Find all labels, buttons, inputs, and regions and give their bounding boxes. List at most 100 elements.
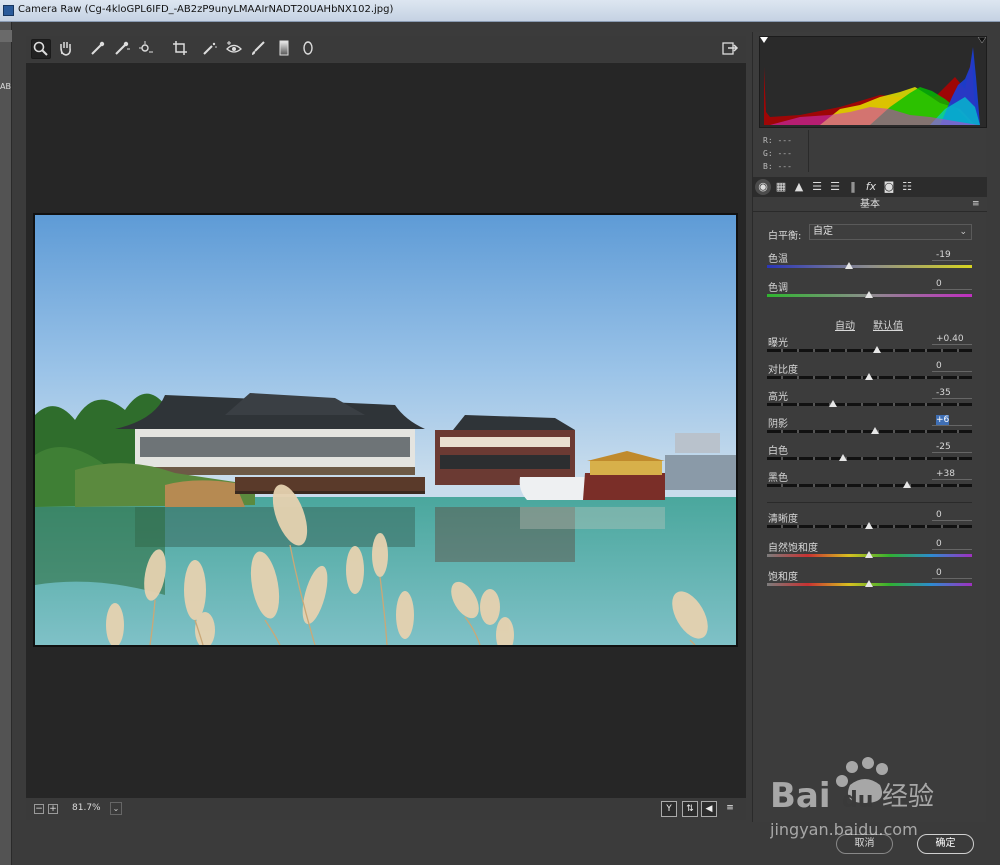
- exposure-knob[interactable]: [873, 346, 881, 353]
- r-label: R:: [763, 136, 773, 145]
- vibrance-knob[interactable]: [865, 551, 873, 558]
- clarity-label: 清晰度: [768, 514, 798, 525]
- shadows-track[interactable]: [767, 430, 972, 433]
- camera-calibration-tab-icon[interactable]: ◙: [881, 179, 897, 195]
- crop-tool-icon[interactable]: [170, 39, 190, 59]
- highlights-slider[interactable]: 高光 -35: [767, 388, 972, 414]
- white-balance-value: 自定: [813, 226, 833, 237]
- host-tab-marker[interactable]: [0, 30, 12, 42]
- vibrance-slider[interactable]: 自然饱和度 0: [767, 539, 972, 565]
- white-balance-tool-icon[interactable]: [88, 39, 108, 59]
- highlights-label: 高光: [768, 392, 788, 403]
- preview-photo[interactable]: [33, 213, 738, 647]
- color-sampler-tool-icon[interactable]: [112, 39, 132, 59]
- exposure-label: 曝光: [768, 338, 788, 349]
- host-app-strip: AB: [0, 22, 12, 865]
- contrast-knob[interactable]: [865, 373, 873, 380]
- exposure-value[interactable]: +0.40: [932, 334, 972, 345]
- b-label: B:: [763, 162, 773, 171]
- temperature-slider[interactable]: 色温 -19: [767, 250, 972, 276]
- blacks-knob[interactable]: [903, 481, 911, 488]
- host-ab-text: AB: [0, 82, 11, 91]
- preview-settings-icon[interactable]: ≡: [722, 801, 738, 817]
- basic-tab-icon[interactable]: ◉: [755, 179, 771, 195]
- zoom-in-button[interactable]: +: [48, 804, 58, 814]
- adjustment-brush-icon[interactable]: [248, 39, 268, 59]
- blacks-slider[interactable]: 黑色 +38: [767, 469, 972, 495]
- clarity-value[interactable]: 0: [932, 510, 972, 521]
- hsl-tab-icon[interactable]: ☰: [809, 179, 825, 195]
- blacks-value[interactable]: +38: [932, 469, 972, 480]
- white-balance-select[interactable]: 自定 ⌄: [809, 224, 972, 240]
- window-title: Camera Raw (Cg-4kloGPL6IFD_-AB2zP9unyLMA…: [18, 4, 394, 15]
- whites-slider[interactable]: 白色 -25: [767, 442, 972, 468]
- tint-slider[interactable]: 色调 0: [767, 279, 972, 305]
- zoom-tool-icon[interactable]: [31, 39, 51, 59]
- shadow-clipping-warning-icon: [760, 37, 768, 43]
- spot-removal-tool-icon[interactable]: [200, 39, 220, 59]
- saturation-knob[interactable]: [865, 580, 873, 587]
- contrast-slider[interactable]: 对比度 0: [767, 361, 972, 387]
- targeted-adjustment-tool-icon[interactable]: [136, 39, 156, 59]
- zoom-out-button[interactable]: −: [34, 804, 44, 814]
- exposure-slider[interactable]: 曝光 +0.40: [767, 334, 972, 360]
- toolbar: [26, 36, 746, 62]
- exposure-track[interactable]: [767, 349, 972, 352]
- rgb-readout: R: --- G: --- B: ---: [763, 134, 792, 173]
- contrast-label: 对比度: [768, 365, 798, 376]
- rgb-divider: [808, 130, 809, 172]
- graduated-filter-icon[interactable]: [274, 39, 294, 59]
- before-after-y-button[interactable]: Y: [661, 801, 677, 817]
- highlights-knob[interactable]: [829, 400, 837, 407]
- whites-value[interactable]: -25: [932, 442, 972, 453]
- panel-title: 基本: [753, 198, 987, 212]
- auto-default-row: 自动 默认值: [753, 317, 987, 332]
- adjustment-panel: R: --- G: --- B: --- ◉ ▦ ▲ ☰ ☰ ‖ fx ◙ ☷ …: [752, 32, 987, 822]
- swap-before-after-button[interactable]: ⇅: [682, 801, 698, 817]
- watermark-url: jingyan.baidu.com: [770, 820, 918, 839]
- effects-tab-icon[interactable]: fx: [863, 179, 879, 195]
- presets-tab-icon[interactable]: ☷: [899, 179, 915, 195]
- watermark-brand-du: du: [842, 788, 873, 813]
- shadows-slider[interactable]: 阴影 +6: [767, 415, 972, 441]
- shadows-knob[interactable]: [871, 427, 879, 434]
- watermark-jingyan: 经验: [882, 782, 934, 812]
- zoom-dropdown-icon[interactable]: ⌄: [110, 802, 122, 815]
- panel-tabs: ◉ ▦ ▲ ☰ ☰ ‖ fx ◙ ☷: [753, 177, 987, 197]
- tint-knob[interactable]: [865, 291, 873, 298]
- default-link[interactable]: 默认值: [873, 317, 903, 332]
- baidu-jingyan-watermark: Bai du 经验 jingyan.baidu.com: [769, 755, 950, 845]
- saturation-value[interactable]: 0: [932, 568, 972, 579]
- vibrance-value[interactable]: 0: [932, 539, 972, 550]
- r-value: ---: [777, 136, 792, 145]
- whites-knob[interactable]: [839, 454, 847, 461]
- copy-settings-button[interactable]: ◀: [701, 801, 717, 817]
- temperature-track[interactable]: [767, 265, 972, 268]
- auto-link[interactable]: 自动: [835, 317, 855, 332]
- whites-label: 白色: [768, 446, 788, 457]
- whites-track[interactable]: [767, 457, 972, 460]
- panel-menu-icon[interactable]: ≡: [972, 200, 982, 209]
- hand-tool-icon[interactable]: [56, 39, 76, 59]
- blacks-track[interactable]: [767, 484, 972, 487]
- highlights-value[interactable]: -35: [932, 388, 972, 399]
- red-eye-tool-icon[interactable]: [224, 39, 244, 59]
- detail-tab-icon[interactable]: ▲: [791, 179, 807, 195]
- tint-value[interactable]: 0: [932, 279, 972, 290]
- open-preferences-icon[interactable]: [720, 39, 740, 59]
- saturation-label: 饱和度: [768, 572, 798, 583]
- watermark-brand: Bai: [770, 776, 831, 816]
- split-toning-tab-icon[interactable]: ☰: [827, 179, 843, 195]
- highlights-track[interactable]: [767, 403, 972, 406]
- clarity-knob[interactable]: [865, 522, 873, 529]
- temperature-knob[interactable]: [845, 262, 853, 269]
- temperature-value[interactable]: -19: [932, 250, 972, 261]
- saturation-slider[interactable]: 饱和度 0: [767, 568, 972, 594]
- lens-corrections-tab-icon[interactable]: ‖: [845, 179, 861, 195]
- contrast-value[interactable]: 0: [932, 361, 972, 372]
- temperature-label: 色温: [768, 254, 788, 265]
- tone-curve-tab-icon[interactable]: ▦: [773, 179, 789, 195]
- shadows-value[interactable]: +6: [932, 415, 972, 426]
- radial-filter-icon[interactable]: [298, 39, 318, 59]
- clarity-slider[interactable]: 清晰度 0: [767, 510, 972, 536]
